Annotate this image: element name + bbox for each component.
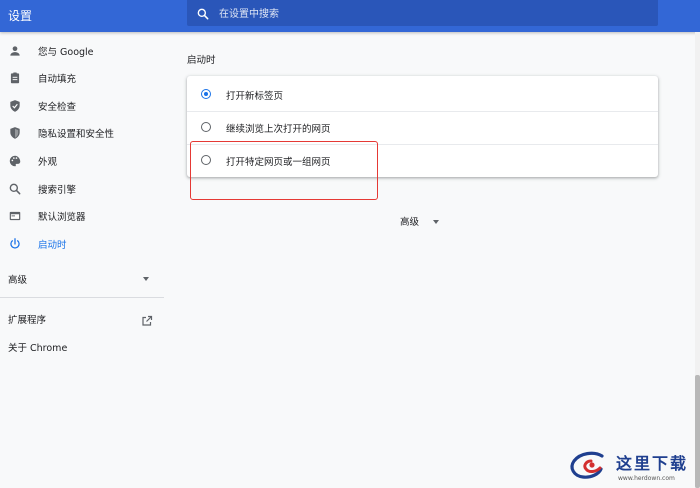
sidebar-item-about-chrome[interactable]: 关于 Chrome bbox=[0, 336, 164, 358]
sidebar-extensions-label: 扩展程序 bbox=[8, 315, 47, 326]
red-highlight-box bbox=[190, 141, 378, 200]
section-title: 启动时 bbox=[187, 55, 216, 66]
sidebar-item-label: 外观 bbox=[38, 157, 58, 168]
radio-continue-where-left-off[interactable]: 继续浏览上次打开的网页 bbox=[187, 111, 658, 143]
sidebar-item-label: 安全检查 bbox=[38, 102, 77, 113]
radio-label: 继续浏览上次打开的网页 bbox=[226, 124, 331, 135]
watermark-url: www.herdown.com bbox=[618, 475, 675, 482]
sidebar-item-safety-check[interactable]: 安全检查 bbox=[0, 93, 164, 119]
app-title: 设置 bbox=[8, 9, 33, 23]
radio-label: 打开新标签页 bbox=[226, 91, 284, 102]
caret-down-icon bbox=[433, 220, 439, 224]
search-input[interactable] bbox=[217, 4, 641, 24]
search-icon bbox=[196, 6, 210, 20]
watermark-text: 这里下载 bbox=[616, 454, 689, 473]
sidebar-item-appearance[interactable]: 外观 bbox=[0, 148, 164, 174]
sidebar-item-label: 搜索引擎 bbox=[38, 185, 77, 196]
sidebar-advanced-toggle[interactable]: 高级 bbox=[0, 267, 164, 289]
sidebar-item-label: 启动时 bbox=[38, 240, 67, 251]
sidebar-item-you-and-google[interactable]: 您与 Google bbox=[0, 38, 164, 64]
sidebar-item-label: 自动填充 bbox=[38, 74, 77, 85]
settings-page: 设置 您与 Google 自动填充 安全检查 bbox=[0, 0, 700, 488]
sidebar-about-label: 关于 Chrome bbox=[8, 343, 68, 354]
advanced-toggle-label: 高级 bbox=[400, 217, 420, 228]
open-in-new-icon bbox=[141, 312, 153, 326]
sidebar-divider bbox=[0, 297, 164, 298]
power-icon bbox=[8, 237, 22, 251]
sidebar-item-label: 默认浏览器 bbox=[38, 212, 86, 223]
shield-icon bbox=[8, 126, 22, 140]
radio-open-new-tab[interactable]: 打开新标签页 bbox=[187, 78, 658, 110]
shield-check-icon bbox=[8, 99, 22, 113]
sidebar-item-autofill[interactable]: 自动填充 bbox=[0, 65, 164, 91]
sidebar-item-label: 隐私设置和安全性 bbox=[38, 129, 115, 140]
sidebar-item-on-startup[interactable]: 启动时 bbox=[0, 231, 164, 257]
sidebar-item-label: 您与 Google bbox=[38, 47, 94, 58]
search-box[interactable] bbox=[187, 0, 658, 26]
caret-down-icon bbox=[143, 277, 149, 281]
sidebar-item-privacy[interactable]: 隐私设置和安全性 bbox=[0, 120, 164, 146]
radio-button-checked[interactable] bbox=[201, 89, 211, 99]
sidebar-item-search-engine[interactable]: 搜索引擎 bbox=[0, 176, 164, 202]
watermark-logo-icon bbox=[570, 451, 604, 479]
search-icon bbox=[8, 182, 22, 196]
person-icon bbox=[8, 44, 22, 58]
watermark: 这里下载 www.herdown.com bbox=[566, 448, 696, 486]
clipboard-icon bbox=[8, 71, 22, 85]
sidebar-advanced-label: 高级 bbox=[8, 275, 28, 286]
advanced-toggle-button[interactable]: 高级 bbox=[400, 213, 448, 229]
top-app-bar: 设置 bbox=[0, 0, 700, 32]
sidebar-item-extensions[interactable]: 扩展程序 bbox=[0, 308, 164, 330]
sidebar-item-default-browser[interactable]: 默认浏览器 bbox=[0, 203, 164, 229]
browser-icon bbox=[8, 209, 22, 223]
radio-button[interactable] bbox=[201, 122, 211, 132]
palette-icon bbox=[8, 154, 22, 168]
